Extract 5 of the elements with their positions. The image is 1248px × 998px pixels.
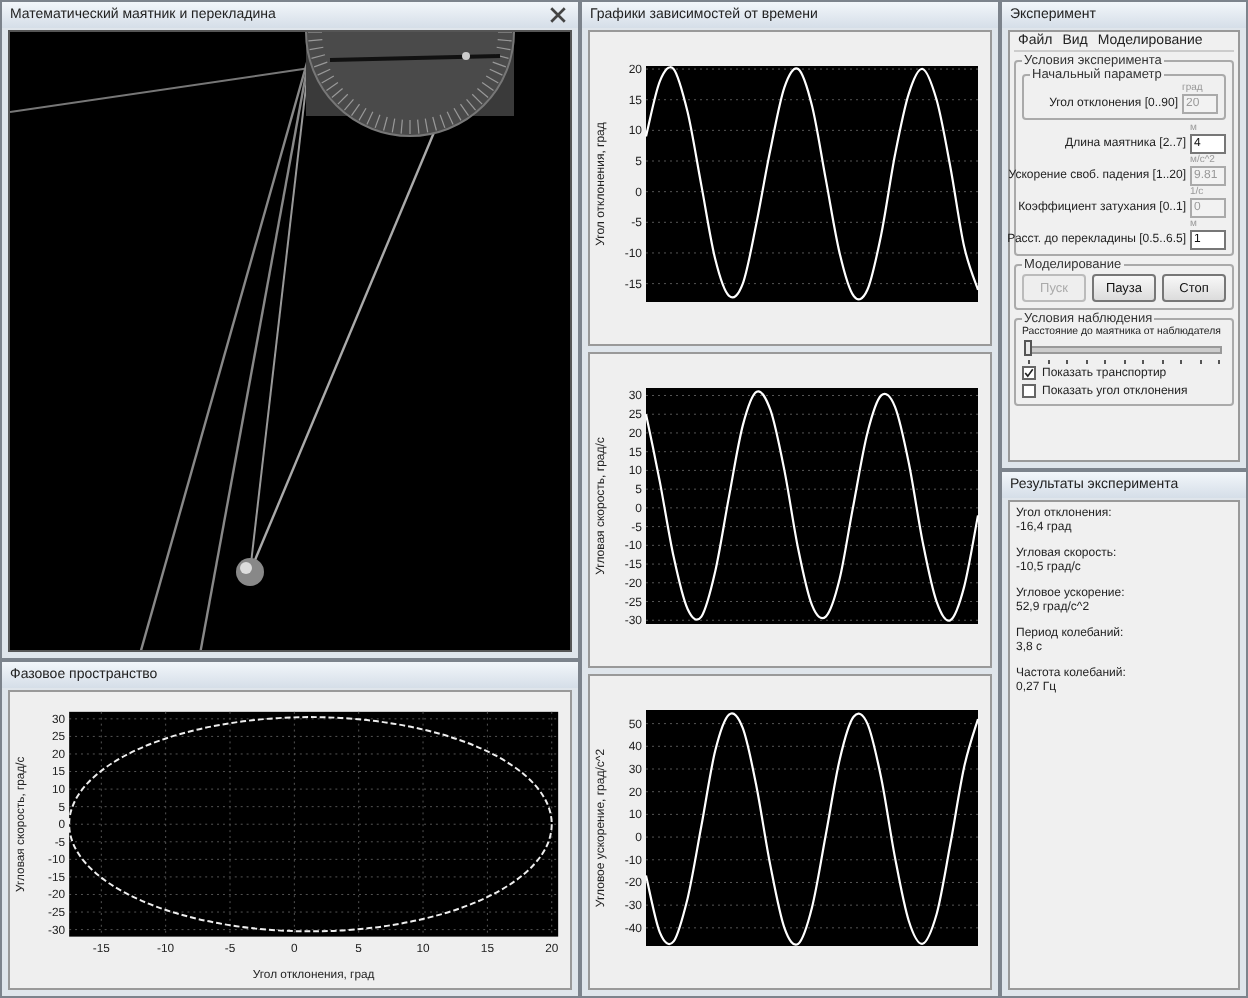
checkbox[interactable] [1022, 366, 1036, 380]
slider-thumb[interactable] [1024, 340, 1032, 356]
close-icon[interactable] [546, 6, 570, 24]
distance-slider[interactable] [1022, 340, 1226, 364]
checkbox[interactable] [1022, 384, 1036, 398]
